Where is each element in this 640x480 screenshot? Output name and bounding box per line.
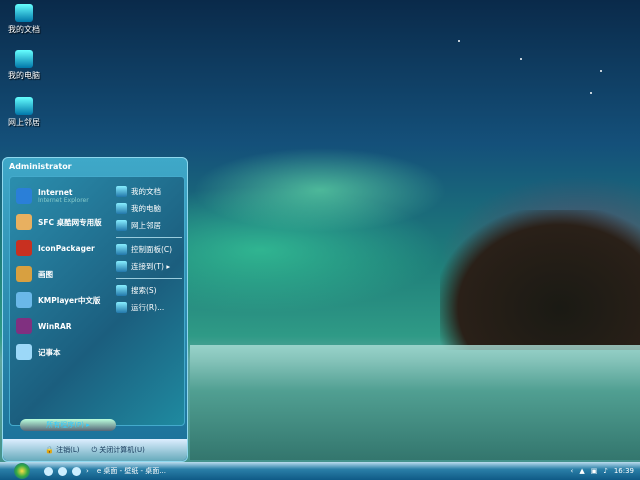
program-label: IconPackager xyxy=(38,243,95,253)
system-tray: ‹ ▲ ▣ ♪ 16:39 xyxy=(571,467,640,475)
start-menu-program[interactable]: WinRAR xyxy=(16,313,114,339)
place-label: 网上邻居 xyxy=(131,221,161,230)
volume-tray-icon[interactable]: ♪ xyxy=(603,467,607,475)
place-label: 我的电脑 xyxy=(131,204,161,213)
quicklaunch-more-icon[interactable]: › xyxy=(86,467,89,475)
program-icon xyxy=(16,214,32,230)
program-icon xyxy=(16,344,32,360)
place-label: 搜索(S) xyxy=(131,286,157,295)
wallpaper-trees xyxy=(440,210,640,350)
place-icon xyxy=(116,220,127,231)
taskbar-task-button[interactable]: e 桌面 - 壁纸 - 桌面... xyxy=(97,466,177,476)
desktop-icon-my-computer[interactable]: 我的电脑 xyxy=(4,50,44,81)
program-label: Internet xyxy=(38,188,73,197)
place-icon xyxy=(116,302,127,313)
place-icon xyxy=(116,186,127,197)
network-places-icon xyxy=(15,97,33,115)
start-menu-program[interactable]: SFC 桌酷网专用版 xyxy=(16,209,114,235)
tray-expand-icon[interactable]: ‹ xyxy=(571,467,574,475)
start-menu-program[interactable]: KMPlayer中文版 xyxy=(16,287,114,313)
separator xyxy=(116,278,182,279)
program-icon xyxy=(16,188,32,204)
program-label: KMPlayer中文版 xyxy=(38,295,101,305)
program-label: 画图 xyxy=(38,269,53,279)
start-menu-program[interactable]: 记事本 xyxy=(16,339,114,365)
start-menu-place[interactable]: 我的文档 xyxy=(116,183,182,200)
star xyxy=(600,70,602,72)
my-computer-icon xyxy=(15,50,33,68)
program-icon xyxy=(16,240,32,256)
start-menu-program[interactable]: IconPackager xyxy=(16,235,114,261)
place-icon xyxy=(116,261,127,272)
start-menu: Administrator Internet Internet Explorer S… xyxy=(2,157,188,462)
program-icon xyxy=(16,292,32,308)
program-label: 记事本 xyxy=(38,347,61,357)
start-menu-place[interactable]: 运行(R)... xyxy=(116,299,182,316)
place-label: 我的文档 xyxy=(131,187,161,196)
desktop-quicklaunch-icon[interactable] xyxy=(72,466,81,476)
place-icon xyxy=(116,244,127,255)
logoff-button[interactable]: 🔒 注销(L) xyxy=(45,445,79,455)
tray-app-icon[interactable]: ▲ xyxy=(579,467,584,475)
desktop-icon-network[interactable]: 网上邻居 xyxy=(4,97,44,128)
desktop-icon-my-documents[interactable]: 我的文档 xyxy=(4,4,44,35)
browser-quicklaunch-icon[interactable] xyxy=(58,466,67,476)
network-tray-icon[interactable]: ▣ xyxy=(591,467,598,475)
program-label: SFC 桌酷网专用版 xyxy=(38,217,102,227)
my-documents-icon xyxy=(15,4,33,22)
taskbar: › e 桌面 - 壁纸 - 桌面... ‹ ▲ ▣ ♪ 16:39 xyxy=(0,462,640,480)
place-label: 运行(R)... xyxy=(131,303,165,312)
program-icon xyxy=(16,318,32,334)
star xyxy=(520,58,522,60)
start-menu-place[interactable]: 搜索(S) xyxy=(116,282,182,299)
place-label: 控制面板(C) xyxy=(131,245,173,254)
shutdown-button[interactable]: ⏻ 关闭计算机(U) xyxy=(91,445,144,455)
program-label: WinRAR xyxy=(38,321,72,331)
start-menu-program[interactable]: Internet Internet Explorer xyxy=(16,183,114,209)
start-button[interactable] xyxy=(14,463,30,479)
wallpaper-lake xyxy=(190,345,640,460)
ie-quicklaunch-icon[interactable] xyxy=(44,466,53,476)
start-menu-place[interactable]: 我的电脑 xyxy=(116,200,182,217)
start-menu-program[interactable]: 画图 xyxy=(16,261,114,287)
place-label: 连接到(T) ▸ xyxy=(131,262,171,271)
program-icon xyxy=(16,266,32,282)
star xyxy=(590,92,592,94)
star xyxy=(458,40,460,42)
separator xyxy=(116,237,182,238)
start-menu-place[interactable]: 连接到(T) ▸ xyxy=(116,258,182,275)
place-icon xyxy=(116,203,127,214)
start-menu-place[interactable]: 网上邻居 xyxy=(116,217,182,234)
clock: 16:39 xyxy=(613,467,634,475)
all-programs-button[interactable]: 所有程序(P) ▸ xyxy=(20,419,116,431)
place-icon xyxy=(116,285,127,296)
start-menu-place[interactable]: 控制面板(C) xyxy=(116,241,182,258)
program-sublabel: Internet Explorer xyxy=(38,197,89,204)
user-name: Administrator xyxy=(9,162,72,171)
